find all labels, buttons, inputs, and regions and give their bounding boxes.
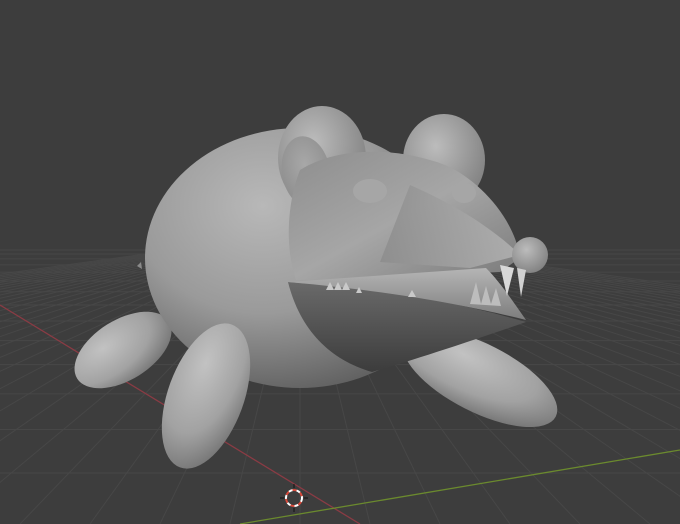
viewport-scene[interactable] <box>0 0 680 524</box>
right-eye <box>452 183 476 203</box>
nose <box>512 237 548 273</box>
left-eye <box>353 179 387 203</box>
y-axis-line <box>239 449 680 524</box>
3d-viewport[interactable] <box>0 0 680 524</box>
rat-creature-mesh[interactable] <box>61 106 571 480</box>
3d-cursor-icon[interactable] <box>280 484 308 512</box>
